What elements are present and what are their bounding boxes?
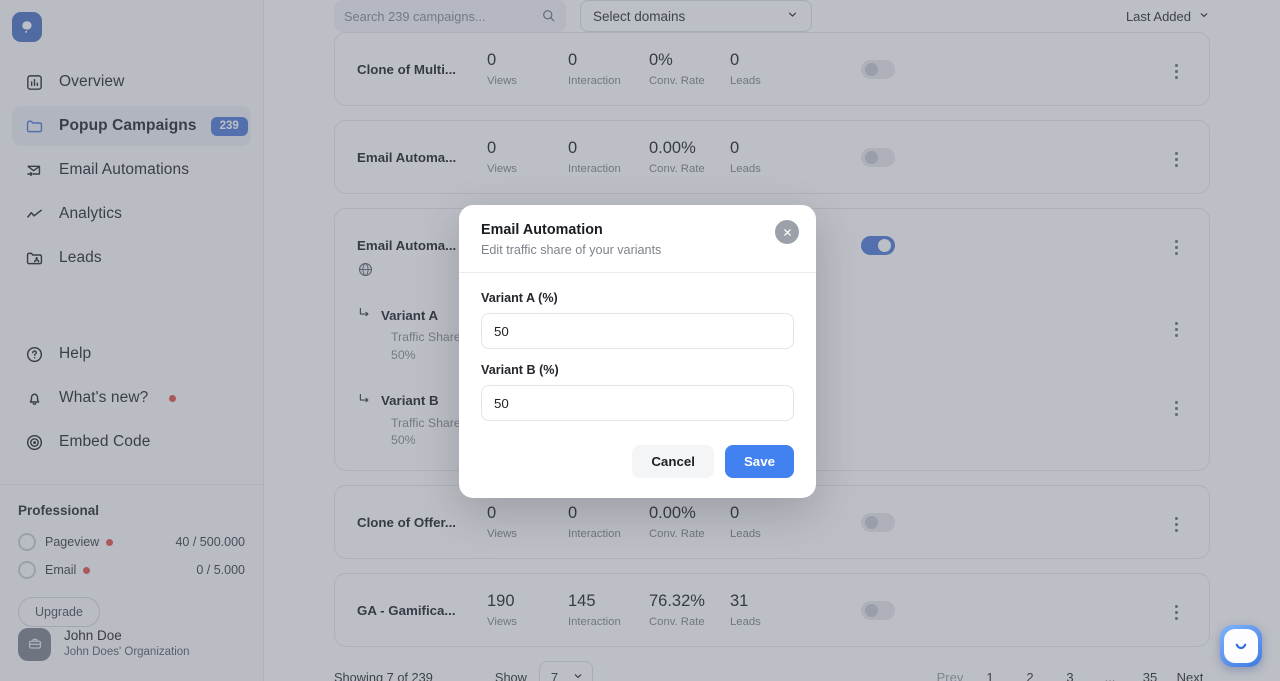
save-button[interactable]: Save [724,445,794,478]
variant-b-label: Variant B (%) [481,363,559,377]
chat-widget-button[interactable] [1220,625,1262,667]
close-icon[interactable] [773,218,801,246]
modal-body: Variant A (%) Variant B (%) [459,273,816,431]
app-root: Overview Popup Campaigns 239 Email Autom… [0,0,1280,681]
variant-b-input[interactable] [481,385,794,421]
modal-subtitle: Edit traffic share of your variants [481,243,662,257]
modal-footer: Cancel Save [459,431,816,498]
modal-title: Email Automation [481,222,603,238]
variant-a-label: Variant A (%) [481,291,558,305]
cancel-button[interactable]: Cancel [632,445,714,478]
modal-header: Email Automation Edit traffic share of y… [459,205,816,273]
edit-traffic-share-modal: Email Automation Edit traffic share of y… [459,205,816,498]
variant-a-input[interactable] [481,313,794,349]
chat-smile-icon [1224,629,1258,663]
